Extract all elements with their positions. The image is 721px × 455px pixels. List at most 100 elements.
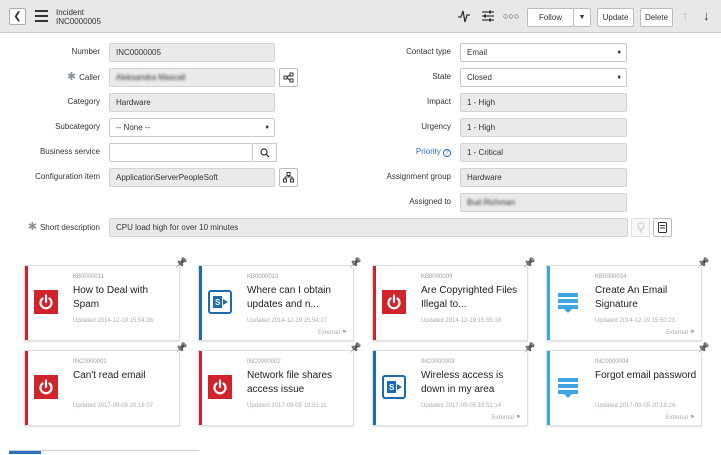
update-button[interactable]: Update	[597, 8, 634, 27]
power-icon	[208, 375, 232, 399]
card-updated: Updated 2014-12-19 15:54:17	[247, 318, 328, 324]
card-number: INC0000003	[421, 359, 455, 365]
select-caret-icon: ♦	[617, 74, 621, 81]
result-card[interactable]: S INC0000003 Wireless access is down in my…	[372, 350, 528, 426]
settings-sliders-icon[interactable]	[481, 9, 495, 23]
card-accent	[547, 351, 550, 425]
stack-icon	[556, 290, 580, 314]
knowledge-icon[interactable]	[653, 218, 672, 237]
follow-dropdown-button[interactable]: ▼	[573, 8, 591, 27]
power-icon	[34, 290, 58, 314]
assignment-group-field[interactable]: Hardware	[460, 168, 627, 187]
power-icon	[382, 290, 406, 314]
card-number: KB0000011	[73, 274, 104, 280]
card-updated: Updated 2017-09-05 19:51:11	[247, 403, 327, 409]
mandatory-icon: ✱	[66, 71, 77, 83]
result-card[interactable]: INC0000004 Forgot email password Updated 2…	[546, 350, 702, 426]
record-type: Incident	[56, 8, 85, 17]
search-icon[interactable]	[253, 143, 277, 162]
pin-icon[interactable]: 📌	[697, 258, 709, 269]
pin-icon[interactable]: 📌	[523, 258, 535, 269]
pin-icon[interactable]: 📌	[523, 343, 535, 354]
caller-field[interactable]: Aleksandra Mascall	[109, 68, 275, 87]
card-updated: Updated 2017-09-05 19:51:14	[421, 403, 502, 409]
priority-field[interactable]: 1 - Critical	[460, 143, 627, 162]
sharepoint-icon: S	[208, 290, 232, 314]
configuration-item-label: Configuration item	[35, 172, 100, 181]
card-accent	[199, 266, 202, 340]
card-title[interactable]: Forgot email password	[595, 369, 697, 383]
previous-record-icon[interactable]: ↑	[682, 9, 689, 23]
short-description-label: ✱ Short description	[27, 221, 100, 233]
card-title[interactable]: Are Copyrighted Files Illegal to...	[421, 284, 523, 312]
card-title[interactable]: Can't read email	[73, 369, 175, 383]
card-accent	[373, 351, 376, 425]
urgency-label: Urgency	[421, 122, 451, 131]
card-title[interactable]: Create An Email Signature	[595, 284, 697, 312]
ci-map-icon[interactable]	[279, 168, 298, 187]
contact-type-select[interactable]: Email ♦	[460, 43, 627, 62]
tab-indicator[interactable]	[9, 450, 199, 455]
pin-icon[interactable]: 📌	[697, 343, 709, 354]
card-title[interactable]: How to Deal with Spam	[73, 284, 175, 312]
state-select[interactable]: Closed ♦	[460, 68, 627, 87]
help-icon[interactable]: ?	[443, 149, 451, 157]
card-number: KB0000012	[247, 274, 279, 280]
card-accent	[547, 266, 550, 340]
stack-icon	[556, 375, 580, 399]
lightbulb-icon[interactable]	[631, 218, 650, 237]
flag-icon: ⚑	[341, 330, 347, 336]
card-title[interactable]: Where can I obtain updates and n...	[247, 284, 349, 312]
category-label: Category	[67, 97, 100, 106]
card-external: External ⚑	[491, 415, 521, 421]
assigned-to-label: Assigned to	[409, 197, 451, 206]
card-number: INC0000002	[247, 359, 281, 365]
more-options-icon[interactable]: ○○○	[503, 10, 519, 22]
configuration-item-field[interactable]: ApplicationServerPeopleSoft	[109, 168, 275, 187]
select-caret-icon: ♦	[617, 49, 621, 56]
assigned-to-field[interactable]: Bud Richman	[460, 193, 627, 212]
card-external: External ⚑	[665, 415, 695, 421]
pin-icon[interactable]: 📌	[349, 258, 361, 269]
urgency-field[interactable]: 1 - High	[460, 118, 627, 137]
result-card[interactable]: KB0000011 How to Deal with Spam Updated 20…	[24, 265, 180, 341]
impact-field[interactable]: 1 - High	[460, 93, 627, 112]
card-number: INC0000004	[595, 359, 629, 365]
activity-icon[interactable]	[457, 9, 471, 23]
number-label: Number	[71, 47, 100, 56]
pin-icon[interactable]: 📌	[175, 343, 187, 354]
mandatory-icon: ✱	[27, 221, 37, 233]
result-card[interactable]: KB0000024 Create An Email Signature Update…	[546, 265, 702, 341]
pin-icon[interactable]: 📌	[175, 258, 187, 269]
subcategory-select[interactable]: -- None -- ♦	[109, 118, 275, 137]
delete-button[interactable]: Delete	[640, 8, 673, 27]
number-field[interactable]: INC0000005	[109, 43, 275, 62]
flag-icon: ⚑	[689, 330, 695, 336]
short-description-field[interactable]: CPU load high for over 10 minutes	[109, 218, 628, 237]
card-title[interactable]: Network file shares access issue	[247, 369, 349, 397]
category-field[interactable]: Hardware	[109, 93, 275, 112]
svg-text:S: S	[215, 298, 221, 307]
result-card[interactable]: S KB0000012 Where can I obtain updates and…	[198, 265, 354, 341]
card-accent	[373, 266, 376, 340]
next-record-icon[interactable]: ↓	[703, 9, 710, 23]
card-title[interactable]: Wireless access is down in my area	[421, 369, 523, 397]
business-service-input[interactable]	[109, 143, 253, 162]
caller-hierarchy-icon[interactable]	[279, 68, 298, 87]
svg-text:S: S	[389, 383, 395, 392]
card-external: External ⚑	[665, 330, 695, 336]
menu-icon[interactable]	[35, 10, 48, 22]
priority-label[interactable]: Priority ?	[350, 147, 451, 157]
card-updated: Updated 2017-09-05 20:18:24	[595, 403, 676, 409]
card-updated: Updated 2014-12-19 15:50:23	[595, 318, 676, 324]
result-card[interactable]: INC0000001 Can't read email Updated 2017-0…	[24, 350, 180, 426]
result-card[interactable]: INC0000002 Network file shares access iss…	[198, 350, 354, 426]
card-updated: Updated 2014-12-19 15:54:36	[73, 318, 154, 324]
record-number: INC0000005	[56, 17, 101, 26]
assignment-group-label: Assignment group	[386, 172, 451, 181]
pin-icon[interactable]: 📌	[349, 343, 361, 354]
result-card[interactable]: KB0000009 Are Copyrighted Files Illegal t…	[372, 265, 528, 341]
card-external: External ⚑	[317, 330, 347, 336]
follow-button[interactable]: Follow	[527, 8, 574, 27]
back-button[interactable]: ❮	[9, 8, 26, 25]
